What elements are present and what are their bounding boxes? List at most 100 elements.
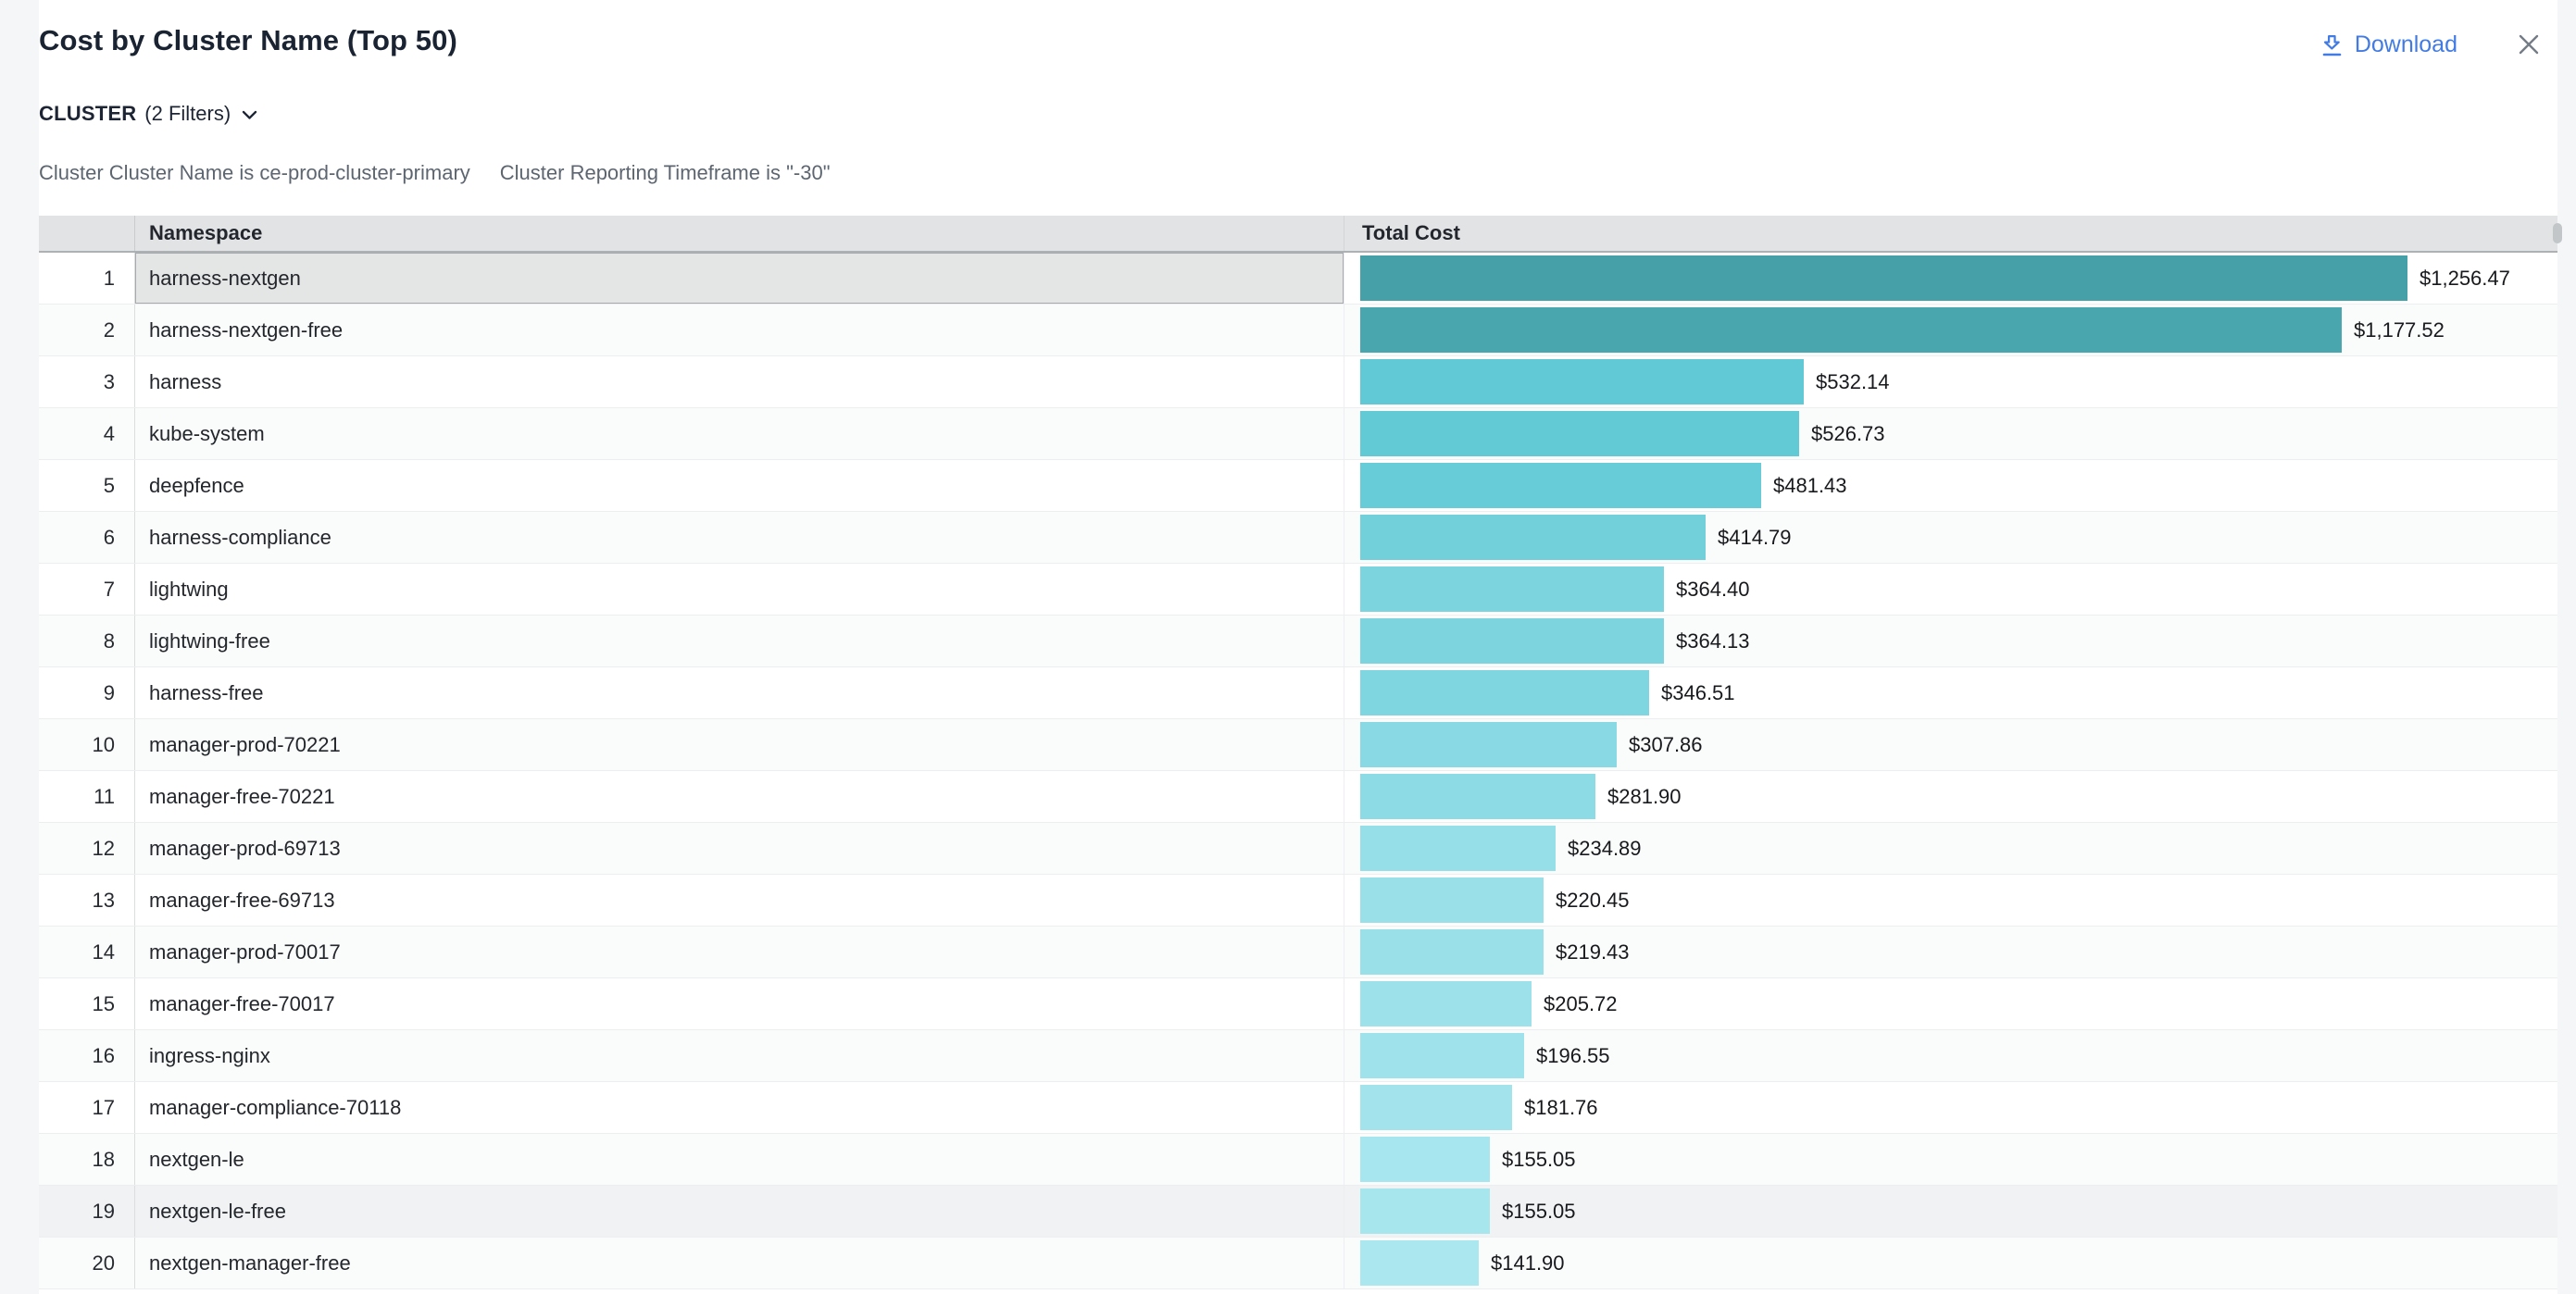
- namespace-cell[interactable]: harness-nextgen: [135, 253, 1344, 304]
- table-body: 1harness-nextgen$1,256.472harness-nextge…: [39, 253, 2557, 1289]
- cost-value: $219.43: [1556, 940, 1630, 964]
- total-cost-cell: $220.45: [1344, 875, 2557, 926]
- namespace-cell[interactable]: manager-prod-70017: [135, 927, 1344, 977]
- row-rank: 7: [39, 564, 135, 615]
- cost-bar[interactable]: [1360, 566, 1664, 612]
- cost-value: $526.73: [1811, 422, 1885, 446]
- table-row[interactable]: 2harness-nextgen-free$1,177.52: [39, 305, 2557, 356]
- cost-value: $364.40: [1676, 578, 1750, 602]
- cost-bar[interactable]: [1360, 1188, 1490, 1234]
- namespace-column-header[interactable]: Namespace: [135, 216, 1344, 251]
- table-row[interactable]: 9harness-free$346.51: [39, 667, 2557, 719]
- modal-header: Cost by Cluster Name (Top 50) Download: [39, 0, 2557, 83]
- table-row[interactable]: 15manager-free-70017$205.72: [39, 978, 2557, 1030]
- namespace-cell[interactable]: deepfence: [135, 460, 1344, 511]
- table-row[interactable]: 17manager-compliance-70118 $181.76: [39, 1082, 2557, 1134]
- cost-bar[interactable]: [1360, 359, 1804, 404]
- table-row[interactable]: 7lightwing $364.40: [39, 564, 2557, 616]
- namespace-cell[interactable]: harness-nextgen-free: [135, 305, 1344, 355]
- row-rank: 17: [39, 1082, 135, 1133]
- table-row[interactable]: 10manager-prod-70221$307.86: [39, 719, 2557, 771]
- total-cost-cell: $155.05: [1344, 1134, 2557, 1185]
- table-row[interactable]: 13manager-free-69713 $220.45: [39, 875, 2557, 927]
- row-rank: 4: [39, 408, 135, 459]
- table-row[interactable]: 19nextgen-le-free$155.05: [39, 1186, 2557, 1238]
- cost-bar[interactable]: [1360, 826, 1556, 871]
- cost-bar[interactable]: [1360, 774, 1595, 819]
- total-cost-column-header[interactable]: Total Cost: [1344, 216, 2557, 251]
- page-gutter-left: [0, 0, 39, 1294]
- namespace-cell[interactable]: manager-free-69713: [135, 875, 1344, 926]
- row-rank: 6: [39, 512, 135, 563]
- cost-bar[interactable]: [1360, 929, 1544, 975]
- cluster-filter-dropdown[interactable]: CLUSTER (2 Filters): [39, 102, 257, 126]
- cost-bar[interactable]: [1360, 618, 1664, 664]
- total-cost-cell: $219.43: [1344, 927, 2557, 977]
- table-row[interactable]: 20nextgen-manager-free $141.90: [39, 1238, 2557, 1289]
- cost-bar[interactable]: [1360, 722, 1617, 767]
- filter-condition: Cluster Cluster Name is ce-prod-cluster-…: [39, 161, 470, 185]
- namespace-cell[interactable]: nextgen-le-free: [135, 1186, 1344, 1237]
- close-button[interactable]: [2515, 31, 2543, 58]
- total-cost-cell: $196.55: [1344, 1030, 2557, 1081]
- table-row[interactable]: 3harness$532.14: [39, 356, 2557, 408]
- rank-column-header: [39, 216, 135, 251]
- namespace-cell[interactable]: manager-prod-69713: [135, 823, 1344, 874]
- table-row[interactable]: 6harness-compliance$414.79: [39, 512, 2557, 564]
- table-row[interactable]: 11manager-free-70221 $281.90: [39, 771, 2557, 823]
- table-row[interactable]: 1harness-nextgen$1,256.47: [39, 253, 2557, 305]
- namespace-cell[interactable]: ingress-nginx: [135, 1030, 1344, 1081]
- namespace-cell[interactable]: lightwing: [135, 564, 1344, 615]
- cost-bar[interactable]: [1360, 670, 1649, 715]
- cost-bar[interactable]: [1360, 1033, 1524, 1078]
- cost-bar[interactable]: [1360, 463, 1761, 508]
- cost-bar[interactable]: [1360, 1085, 1512, 1130]
- cost-bar[interactable]: [1360, 981, 1532, 1026]
- total-cost-cell: $364.13: [1344, 616, 2557, 666]
- namespace-cell[interactable]: nextgen-manager-free: [135, 1238, 1344, 1288]
- row-rank: 16: [39, 1030, 135, 1081]
- row-rank: 3: [39, 356, 135, 407]
- cost-value: $141.90: [1491, 1251, 1565, 1275]
- cost-value: $181.76: [1524, 1096, 1598, 1120]
- table-row[interactable]: 16ingress-nginx$196.55: [39, 1030, 2557, 1082]
- cost-value: $220.45: [1556, 889, 1630, 913]
- table-row[interactable]: 8lightwing-free$364.13: [39, 616, 2557, 667]
- page-gutter-right: [2557, 0, 2576, 1294]
- cost-bar[interactable]: [1360, 411, 1799, 456]
- table-row[interactable]: 12manager-prod-69713$234.89: [39, 823, 2557, 875]
- cost-bar[interactable]: [1360, 1137, 1490, 1182]
- row-rank: 13: [39, 875, 135, 926]
- namespace-cell[interactable]: manager-free-70221: [135, 771, 1344, 822]
- total-cost-cell: $141.90: [1344, 1238, 2557, 1288]
- applied-filters: Cluster Cluster Name is ce-prod-cluster-…: [39, 161, 831, 185]
- cost-bar[interactable]: [1360, 307, 2342, 353]
- namespace-cell[interactable]: harness-compliance: [135, 512, 1344, 563]
- cost-bar[interactable]: [1360, 877, 1544, 923]
- table-row[interactable]: 4kube-system $526.73: [39, 408, 2557, 460]
- namespace-cell[interactable]: nextgen-le: [135, 1134, 1344, 1185]
- namespace-cell[interactable]: harness-free: [135, 667, 1344, 718]
- download-button[interactable]: Download: [2320, 31, 2457, 58]
- table-row[interactable]: 5deepfence$481.43: [39, 460, 2557, 512]
- namespace-cell[interactable]: lightwing-free: [135, 616, 1344, 666]
- row-rank: 18: [39, 1134, 135, 1185]
- cost-bar[interactable]: [1360, 515, 1706, 560]
- cost-bar[interactable]: [1360, 1240, 1479, 1286]
- cost-value: $1,256.47: [2420, 267, 2510, 291]
- cost-value: $234.89: [1568, 837, 1642, 861]
- row-rank: 20: [39, 1238, 135, 1288]
- cost-value: $281.90: [1607, 785, 1682, 809]
- header-actions: Download: [2320, 31, 2543, 58]
- table-row[interactable]: 14manager-prod-70017$219.43: [39, 927, 2557, 978]
- namespace-cell[interactable]: manager-compliance-70118: [135, 1082, 1344, 1133]
- namespace-cell[interactable]: kube-system: [135, 408, 1344, 459]
- namespace-cell[interactable]: harness: [135, 356, 1344, 407]
- table-row[interactable]: 18nextgen-le$155.05: [39, 1134, 2557, 1186]
- namespace-cell[interactable]: manager-prod-70221: [135, 719, 1344, 770]
- vertical-scrollbar-thumb[interactable]: [2553, 223, 2562, 243]
- cost-bar[interactable]: [1360, 255, 2407, 301]
- namespace-cell[interactable]: manager-free-70017: [135, 978, 1344, 1029]
- cost-value: $481.43: [1773, 474, 1847, 498]
- row-rank: 11: [39, 771, 135, 822]
